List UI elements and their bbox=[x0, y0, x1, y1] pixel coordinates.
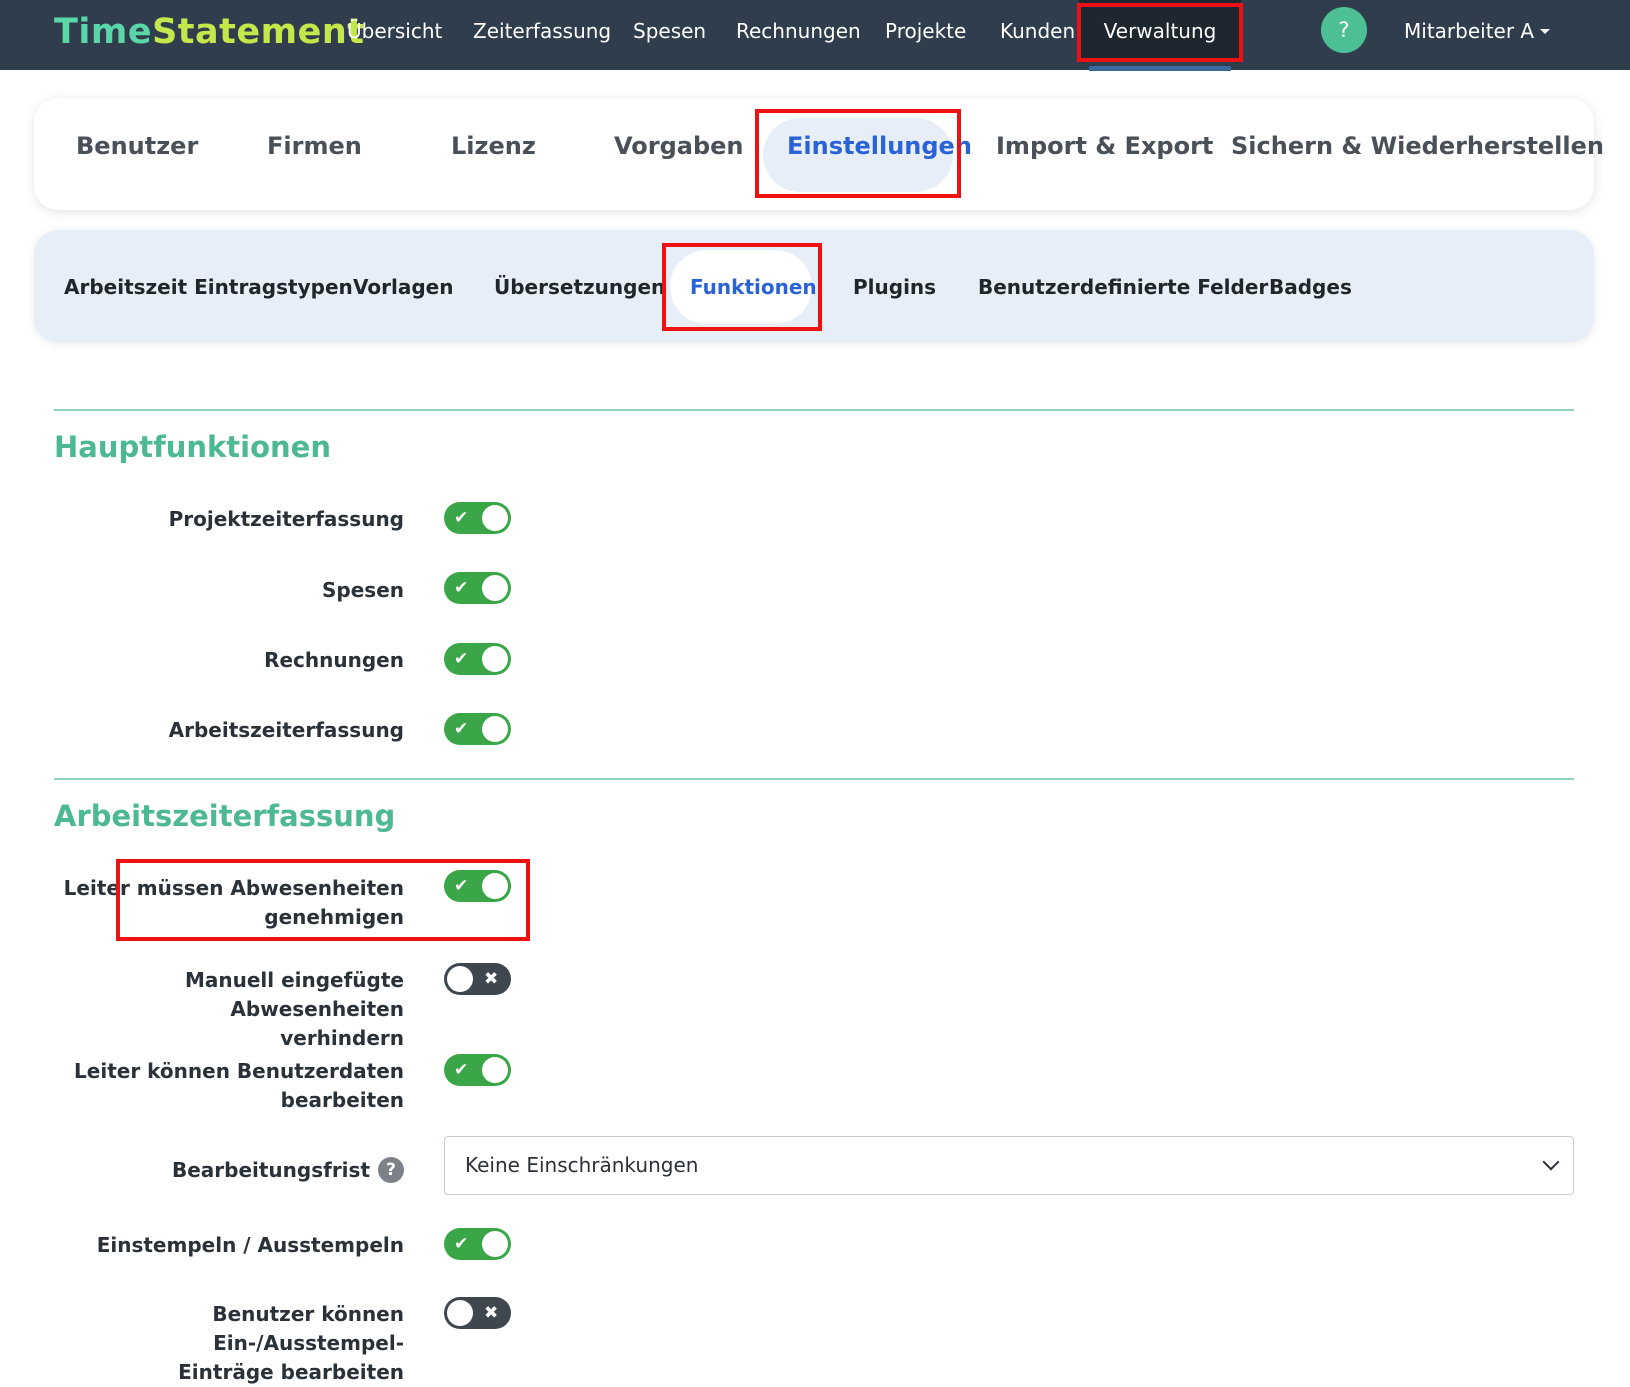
toggle-rechnungen[interactable]: ✔ bbox=[444, 643, 511, 675]
tab-firmen[interactable]: Firmen bbox=[267, 132, 362, 160]
check-icon: ✔ bbox=[454, 1234, 469, 1254]
label-line: Manuell eingefügte Abwesenheiten bbox=[184, 968, 404, 1021]
nav-item-uebersicht[interactable]: Übersicht bbox=[347, 0, 442, 62]
bearbeitungsfrist-select[interactable]: Keine Einschränkungen bbox=[444, 1136, 1574, 1195]
toggle-projektzeiterfassung[interactable]: ✔ bbox=[444, 502, 511, 534]
tab-import-export[interactable]: Import & Export bbox=[996, 132, 1213, 160]
label-einstempeln-ausstempeln: Einstempeln / Ausstempeln bbox=[96, 1233, 404, 1257]
label-line: Einträge bearbeiten bbox=[178, 1360, 404, 1384]
toggle-benutzer-stempel-bearbeiten[interactable]: ✖ bbox=[444, 1297, 511, 1329]
nav-item-projekte[interactable]: Projekte bbox=[885, 0, 966, 62]
subtab-vorlagen[interactable]: Vorlagen bbox=[353, 275, 453, 299]
toggle-knob bbox=[447, 1300, 473, 1326]
subtab-benutzerdefinierte-felder[interactable]: Benutzerdefinierte Felder bbox=[978, 275, 1268, 299]
label-spesen: Spesen bbox=[322, 578, 404, 602]
label-line: Leiter können Benutzerdaten bbox=[74, 1059, 404, 1083]
toggle-knob bbox=[482, 1231, 508, 1257]
check-icon: ✔ bbox=[454, 578, 469, 598]
check-icon: ✔ bbox=[454, 649, 469, 669]
brand-statement: Statement bbox=[152, 12, 365, 52]
x-icon: ✖ bbox=[484, 969, 499, 989]
toggle-knob bbox=[482, 575, 508, 601]
label-rechnungen: Rechnungen bbox=[264, 648, 404, 672]
subtab-uebersetzungen[interactable]: Übersetzungen bbox=[494, 275, 665, 299]
label-arbeitszeiterfassung: Arbeitszeiterfassung bbox=[168, 718, 404, 742]
label-text: Bearbeitungsfrist bbox=[171, 1158, 370, 1182]
section-title-hauptfunktionen: Hauptfunktionen bbox=[54, 430, 331, 464]
label-leiter-benutzerdaten: Leiter können Benutzerdaten bearbeiten bbox=[44, 1057, 404, 1115]
highlight-einstellungen bbox=[755, 109, 961, 198]
select-value: Keine Einschränkungen bbox=[465, 1153, 699, 1177]
check-icon: ✔ bbox=[454, 1060, 469, 1080]
label-projektzeiterfassung: Projektzeiterfassung bbox=[168, 507, 404, 531]
toggle-manuelle-abwesenheiten[interactable]: ✖ bbox=[444, 963, 511, 995]
label-line: Benutzer können Ein-/Ausstempel- bbox=[212, 1302, 404, 1355]
tab-vorgaben[interactable]: Vorgaben bbox=[614, 132, 744, 160]
label-bearbeitungsfrist: Bearbeitungsfrist? bbox=[44, 1156, 404, 1185]
nav-active-indicator bbox=[1089, 66, 1231, 71]
highlight-leiter-genehmigen bbox=[116, 859, 530, 941]
toggle-leiter-benutzerdaten[interactable]: ✔ bbox=[444, 1054, 511, 1086]
nav-item-zeiterfassung[interactable]: Zeiterfassung bbox=[473, 0, 611, 62]
brand-logo[interactable]: TimeStatement bbox=[54, 10, 364, 54]
nav-item-spesen[interactable]: Spesen bbox=[633, 0, 706, 62]
caret-down-icon bbox=[1540, 28, 1551, 34]
tab-benutzer[interactable]: Benutzer bbox=[76, 132, 198, 160]
check-icon: ✔ bbox=[454, 508, 469, 528]
nav-item-rechnungen[interactable]: Rechnungen bbox=[736, 0, 861, 62]
toggle-knob bbox=[482, 1057, 508, 1083]
label-benutzer-stempel-bearbeiten: Benutzer können Ein-/Ausstempel- Einträg… bbox=[44, 1300, 404, 1387]
section-title-arbeitszeiterfassung: Arbeitszeiterfassung bbox=[54, 799, 396, 833]
brand-time: Time bbox=[54, 12, 153, 52]
subtab-plugins[interactable]: Plugins bbox=[853, 275, 936, 299]
check-icon: ✔ bbox=[454, 719, 469, 739]
user-menu-label: Mitarbeiter A bbox=[1404, 19, 1535, 43]
toggle-einstempeln-ausstempeln[interactable]: ✔ bbox=[444, 1228, 511, 1260]
tab-lizenz[interactable]: Lizenz bbox=[451, 132, 536, 160]
section-divider bbox=[54, 409, 1574, 411]
subtab-badges[interactable]: Badges bbox=[1269, 275, 1352, 299]
highlight-verwaltung bbox=[1077, 3, 1243, 62]
label-manuelle-abwesenheiten: Manuell eingefügte Abwesenheiten verhind… bbox=[44, 966, 404, 1053]
label-line: bearbeiten bbox=[280, 1088, 404, 1112]
help-button[interactable]: ? bbox=[1321, 7, 1367, 53]
toggle-knob bbox=[447, 966, 473, 992]
subtab-arbeitszeit-eintragstypen[interactable]: Arbeitszeit Eintragstypen bbox=[64, 275, 353, 299]
toggle-knob bbox=[482, 646, 508, 672]
help-icon[interactable]: ? bbox=[378, 1157, 404, 1183]
chevron-down-icon bbox=[1542, 1153, 1560, 1171]
highlight-funktionen bbox=[662, 243, 822, 331]
toggle-arbeitszeiterfassung[interactable]: ✔ bbox=[444, 713, 511, 745]
nav-item-kunden[interactable]: Kunden bbox=[1000, 0, 1075, 62]
user-menu[interactable]: Mitarbeiter A bbox=[1404, 0, 1551, 62]
toggle-knob bbox=[482, 716, 508, 742]
top-navbar: TimeStatement Übersicht Zeiterfassung Sp… bbox=[0, 0, 1630, 71]
section-divider bbox=[54, 778, 1574, 780]
toggle-spesen[interactable]: ✔ bbox=[444, 572, 511, 604]
label-line: verhindern bbox=[280, 1026, 404, 1050]
tab-sichern-wiederherstellen[interactable]: Sichern & Wiederherstellen bbox=[1231, 132, 1604, 160]
x-icon: ✖ bbox=[484, 1303, 499, 1323]
toggle-knob bbox=[482, 505, 508, 531]
